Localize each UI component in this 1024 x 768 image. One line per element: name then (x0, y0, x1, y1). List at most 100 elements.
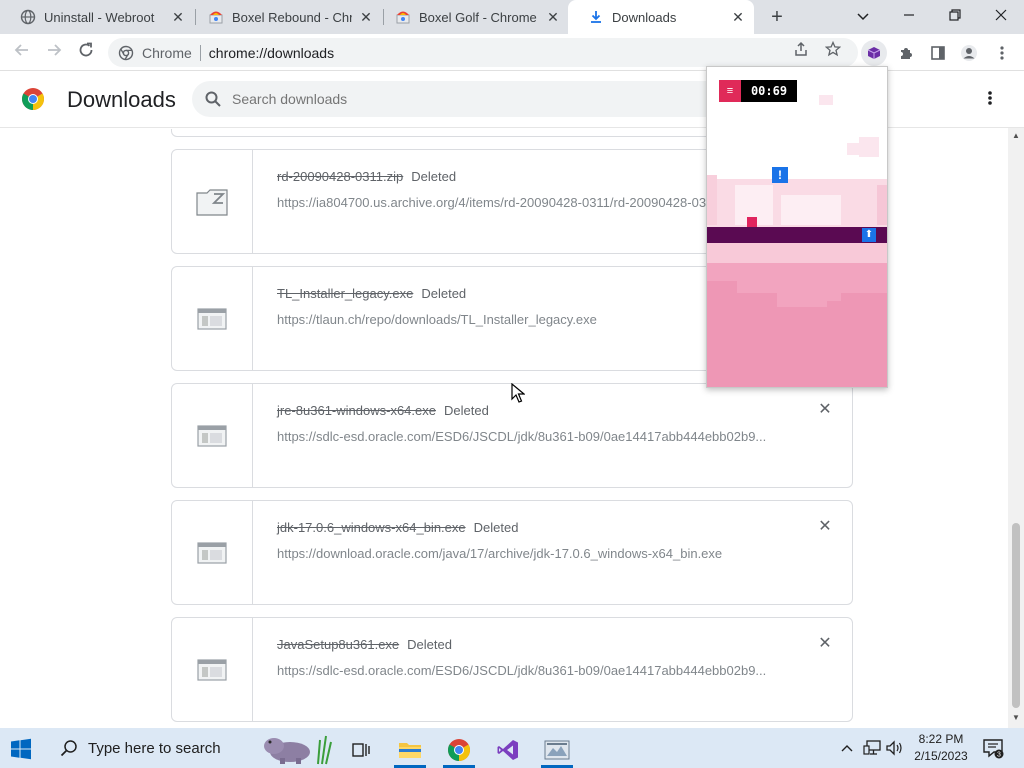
close-tab-icon[interactable]: ✕ (358, 9, 374, 25)
search-icon (60, 740, 77, 757)
download-url[interactable]: https://sdlc-esd.oracle.com/ESD6/JSCDL/j… (277, 663, 777, 678)
download-status: Deleted (407, 637, 452, 652)
chrome-taskbar-button[interactable] (439, 732, 479, 768)
taskbar-clock[interactable]: 8:22 PM 2/15/2023 (902, 731, 980, 765)
boxel-game-popup[interactable]: ≡ 00:69 ! ⬆ (706, 66, 888, 388)
download-file-name[interactable]: TL_Installer_legacy.exe Deleted (277, 286, 466, 301)
download-url[interactable]: https://ia804700.us.archive.org/4/items/… (277, 195, 777, 210)
clock-time: 8:22 PM (918, 732, 964, 746)
page-scrollbar[interactable]: ▲ ▼ (1008, 128, 1024, 728)
minimize-icon (904, 14, 914, 16)
close-tab-icon[interactable]: ✕ (730, 9, 746, 25)
omnibox-divider (199, 44, 201, 61)
download-file-name[interactable]: jdk-17.0.6_windows-x64_bin.exe Deleted (277, 520, 518, 535)
extensions-button[interactable] (893, 40, 919, 66)
download-url[interactable]: https://sdlc-esd.oracle.com/ESD6/JSCDL/j… (277, 429, 777, 444)
chrome-menu-button[interactable] (989, 40, 1015, 66)
tab-title: Uninstall - Webroot (44, 9, 155, 25)
exe-file-icon (197, 541, 227, 564)
scroll-down-arrow-icon[interactable]: ▼ (1012, 713, 1020, 722)
windows-start-icon[interactable] (10, 738, 32, 760)
download-status: Deleted (411, 169, 457, 184)
chrome-web-store-icon (208, 9, 224, 25)
boxel-extension-icon (867, 47, 881, 59)
mouse-cursor-icon (511, 383, 525, 403)
reload-icon (79, 42, 93, 57)
download-file-name[interactable]: jre-8u361-windows-x64.exe Deleted (277, 403, 489, 418)
paint-taskbar-button[interactable] (537, 732, 577, 768)
file-name-text[interactable]: rd-20090428-0311.zip (277, 169, 403, 184)
site-label: Chrome (142, 44, 192, 61)
tab-search-button[interactable] (850, 4, 876, 28)
remove-download-button[interactable]: ✕ (816, 401, 834, 419)
downloads-search-box[interactable] (192, 81, 752, 117)
side-panel-button[interactable] (925, 40, 951, 66)
exe-file-icon (197, 658, 227, 681)
close-tab-icon[interactable]: ✕ (170, 9, 186, 25)
download-item: JavaSetup8u361.exe Deleted https://sdlc-e… (171, 617, 853, 722)
game-canvas[interactable] (707, 67, 888, 388)
chrome-logo-icon (22, 88, 44, 110)
tab-boxel-rebound[interactable]: Boxel Rebound - Chrome Web Store ✕ (188, 0, 382, 34)
speaker-icon (886, 740, 902, 756)
close-tab-icon[interactable]: ✕ (545, 9, 561, 25)
hamburger-icon[interactable]: ≡ (719, 80, 741, 102)
download-item: jdk-17.0.6_windows-x64_bin.exe Deleted ht… (171, 500, 853, 605)
file-icon-column (172, 267, 253, 370)
back-button[interactable] (9, 40, 35, 66)
forward-button[interactable] (41, 40, 67, 66)
file-name-text[interactable]: JavaSetup8u361.exe (277, 637, 399, 652)
download-url[interactable]: https://tlaun.ch/repo/downloads/TL_Insta… (277, 312, 777, 327)
share-icon[interactable] (788, 38, 814, 67)
restore-button[interactable] (942, 4, 968, 28)
profile-button[interactable] (956, 40, 982, 66)
clock-date: 2/15/2023 (914, 749, 968, 763)
scroll-thumb[interactable] (1012, 523, 1020, 708)
file-explorer-taskbar-button[interactable] (390, 732, 430, 768)
tab-uninstall-webroot[interactable]: Uninstall - Webroot ✕ (0, 0, 194, 34)
scroll-up-arrow-icon[interactable]: ▲ (1012, 131, 1020, 140)
download-url[interactable]: https://download.oracle.com/java/17/arch… (277, 546, 777, 561)
url-text[interactable]: chrome://downloads (209, 45, 334, 61)
notification-center-icon[interactable]: 3 (982, 737, 1004, 759)
restore-icon (949, 9, 961, 21)
search-input[interactable] (232, 91, 712, 107)
zip-file-icon (196, 188, 228, 216)
network-button[interactable] (861, 728, 883, 768)
remove-download-button[interactable]: ✕ (816, 635, 834, 653)
file-name-text[interactable]: TL_Installer_legacy.exe (277, 286, 413, 301)
network-icon (863, 740, 881, 755)
reload-button[interactable] (73, 40, 99, 66)
tab-downloads[interactable]: Downloads ✕ (568, 0, 754, 34)
visual-studio-taskbar-button[interactable] (488, 732, 528, 768)
bookmark-star-icon[interactable] (820, 38, 846, 67)
download-status: Deleted (421, 286, 467, 301)
tab-title: Boxel Golf - Chrome Web Store (419, 9, 539, 25)
back-arrow-icon (14, 44, 28, 56)
taskbar-search-box[interactable]: Type here to search (48, 728, 338, 768)
task-view-button[interactable] (341, 732, 381, 768)
svg-text:3: 3 (997, 752, 1001, 759)
file-name-text[interactable]: jdk-17.0.6_windows-x64_bin.exe (277, 520, 466, 535)
address-bar[interactable]: Chrome chrome://downloads (108, 38, 858, 67)
download-icon (588, 9, 604, 25)
show-hidden-icons-button[interactable] (836, 728, 858, 768)
downloads-more-button[interactable] (980, 89, 1000, 111)
chrome-icon (448, 739, 470, 761)
tab-strip: Uninstall - Webroot ✕ Boxel Rebound - Ch… (0, 0, 1024, 34)
chevron-down-icon (857, 13, 869, 21)
more-vert-icon (1000, 46, 1004, 60)
chrome-site-icon (118, 45, 134, 60)
minimize-button[interactable] (896, 4, 922, 28)
timer-text: 00:69 (741, 80, 797, 102)
file-icon-column (172, 384, 253, 487)
file-name-text[interactable]: jre-8u361-windows-x64.exe (277, 403, 436, 418)
tab-boxel-golf[interactable]: Boxel Golf - Chrome Web Store ✕ (375, 0, 569, 34)
remove-download-button[interactable]: ✕ (816, 518, 834, 536)
chevron-up-icon (841, 745, 853, 752)
new-tab-button[interactable]: + (766, 6, 788, 28)
boxel-extension-button[interactable] (861, 40, 887, 66)
download-file-name[interactable]: JavaSetup8u361.exe Deleted (277, 637, 452, 652)
close-window-button[interactable] (988, 4, 1014, 28)
download-file-name[interactable]: rd-20090428-0311.zip Deleted (277, 169, 456, 184)
